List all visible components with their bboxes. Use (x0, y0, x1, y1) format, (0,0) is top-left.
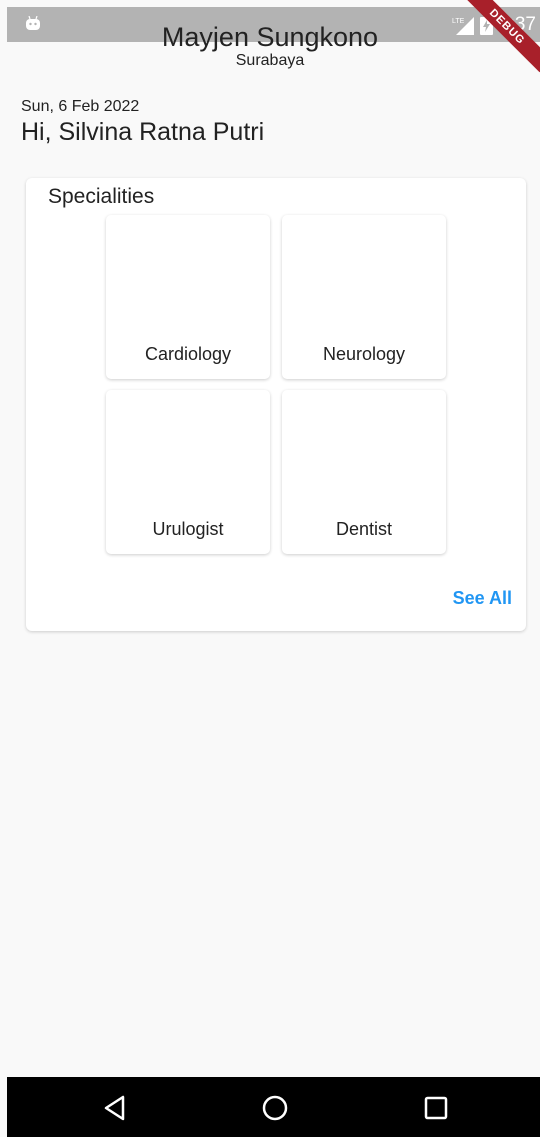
home-circle-icon[interactable] (260, 1093, 290, 1123)
location-subtitle: Surabaya (235, 52, 305, 69)
speciality-label: Dentist (335, 519, 393, 539)
specialities-title: Specialities (48, 185, 155, 208)
speciality-tile-dentist[interactable]: Dentist (282, 390, 446, 554)
back-triangle-icon[interactable] (101, 1093, 131, 1123)
greeting-text: Hi, Silvina Ratna Putri (21, 118, 265, 146)
location-title: Mayjen Sungkono (161, 22, 379, 52)
speciality-tile-cardiology[interactable]: Cardiology (106, 215, 270, 379)
specialities-card: Specialities Cardiology Neurology Urulog… (26, 178, 526, 631)
speciality-label: Cardiology (144, 344, 232, 364)
header: Mayjen Sungkono Surabaya (0, 20, 540, 70)
navigation-bar (7, 1077, 540, 1137)
speciality-tile-neurology[interactable]: Neurology (282, 215, 446, 379)
see-all-link[interactable]: See All (453, 588, 512, 609)
speciality-label: Urulogist (152, 519, 224, 539)
speciality-label: Neurology (322, 344, 406, 364)
current-date: Sun, 6 Feb 2022 (21, 98, 140, 115)
recents-square-icon[interactable] (421, 1093, 451, 1123)
greeting: Sun, 6 Feb 2022 Hi, Silvina Ratna Putri (21, 97, 264, 147)
speciality-tile-urulogist[interactable]: Urulogist (106, 390, 270, 554)
